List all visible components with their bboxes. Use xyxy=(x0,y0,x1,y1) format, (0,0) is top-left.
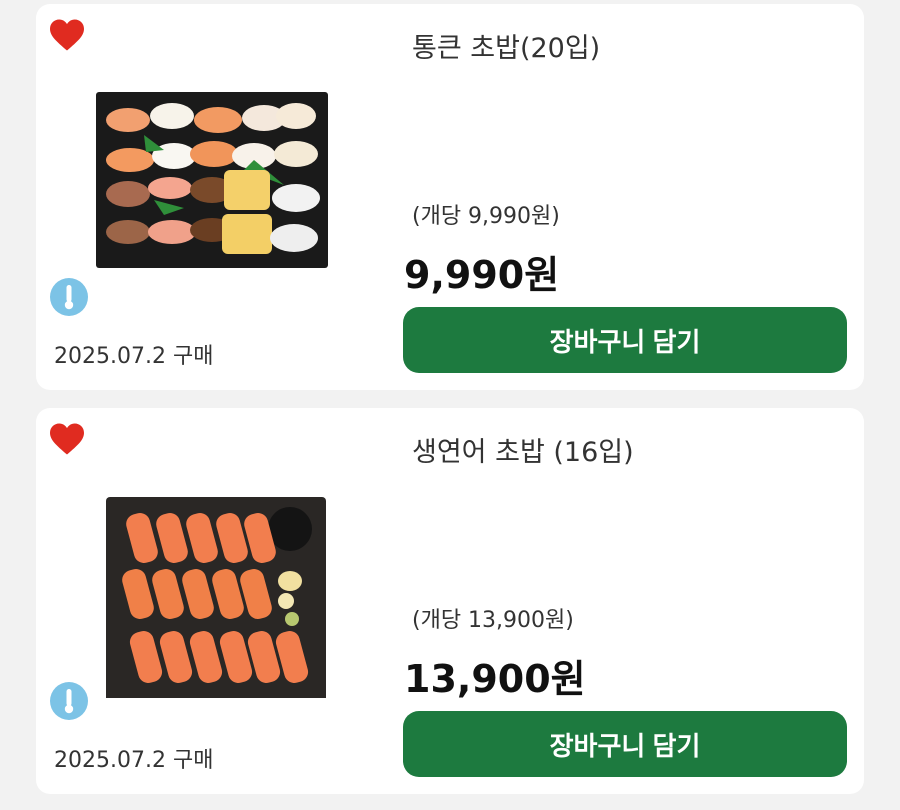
thermometer-icon xyxy=(50,682,88,720)
product-image[interactable] xyxy=(94,90,330,270)
heart-icon[interactable] xyxy=(48,18,86,52)
heart-icon[interactable] xyxy=(48,422,86,456)
product-image[interactable] xyxy=(94,472,330,698)
unit-price: (개당 13,900원) xyxy=(412,608,574,633)
purchase-date: 2025.07.2 구매 xyxy=(54,344,214,369)
product-price: 9,990원 xyxy=(404,253,560,297)
thermometer-icon xyxy=(50,278,88,316)
product-price: 13,900원 xyxy=(404,657,586,701)
product-title[interactable]: 통큰 초밥(20입) xyxy=(412,26,600,65)
add-to-cart-button[interactable]: 장바구니 담기 xyxy=(403,307,847,373)
purchase-date: 2025.07.2 구매 xyxy=(54,748,214,773)
product-card[interactable]: 2025.07.2 구매 통큰 초밥(20입) (개당 9,990원) 9,99… xyxy=(36,4,864,390)
product-title[interactable]: 생연어 초밥 (16입) xyxy=(412,430,634,469)
product-card[interactable]: 2025.07.2 구매 생연어 초밥 (16입) (개당 13,900원) 1… xyxy=(36,408,864,794)
unit-price: (개당 9,990원) xyxy=(412,204,560,229)
add-to-cart-button[interactable]: 장바구니 담기 xyxy=(403,711,847,777)
